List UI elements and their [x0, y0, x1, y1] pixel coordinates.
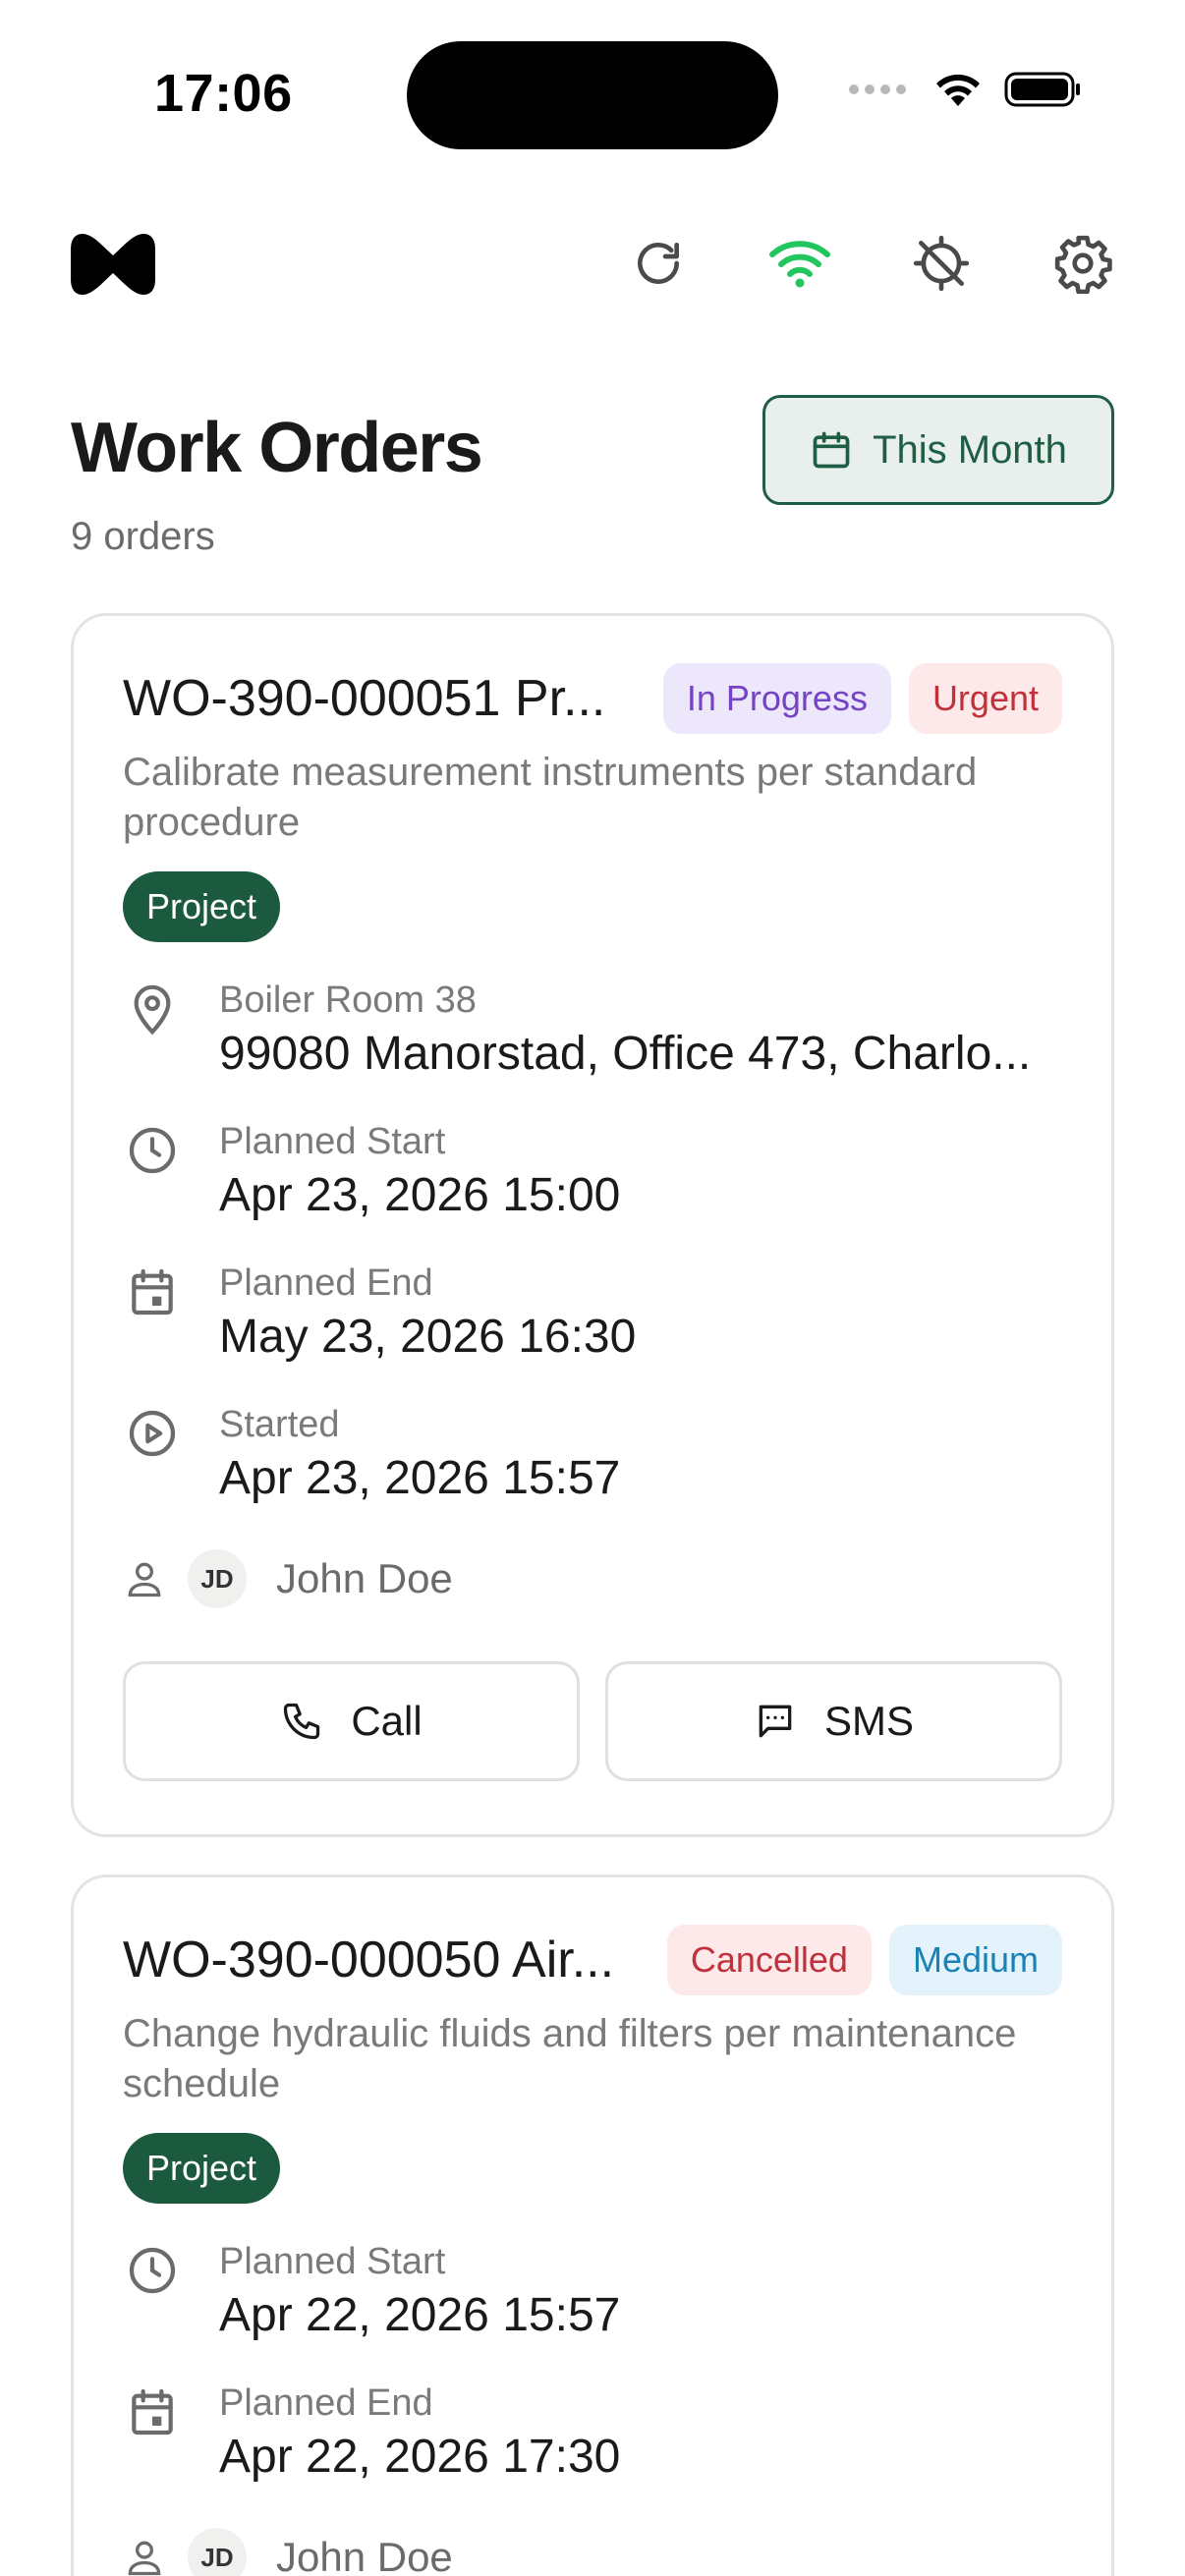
- location-name: Boiler Room 38: [219, 980, 477, 1021]
- planned-start-row: Planned Start Apr 22, 2026 15:57: [123, 2241, 1062, 2359]
- started-label: Started: [219, 1404, 340, 1445]
- badges: In Progress Urgent: [662, 663, 1062, 734]
- started-value: Apr 23, 2026 15:57: [219, 1452, 621, 1504]
- planned-end-value: May 23, 2026 16:30: [219, 1311, 637, 1363]
- message-icon: [759, 1705, 792, 1738]
- type-badge: Project: [123, 871, 281, 942]
- sms-button[interactable]: SMS: [605, 1661, 1062, 1781]
- location-address: 99080 Manorstad, Office 473, Charlo...: [219, 1028, 1032, 1080]
- contact-actions: Call SMS: [123, 1661, 1062, 1781]
- dynamic-island: [407, 41, 778, 149]
- person-icon: [128, 1562, 161, 1597]
- status-indicators: [849, 71, 1083, 108]
- battery-icon: [1004, 72, 1080, 107]
- priority-badge: Urgent: [908, 663, 1062, 734]
- planned-end-label: Planned End: [219, 1262, 433, 1304]
- location-row: Boiler Room 38 99080 Manorstad, Office 4…: [123, 980, 1062, 1097]
- assignee-name: John Doe: [276, 1555, 453, 1601]
- person-icon: [128, 2541, 161, 2576]
- clock-icon: [129, 1127, 176, 1174]
- work-order-card[interactable]: WO-390-000050 Air... Cancelled Medium Ch…: [71, 1875, 1114, 2576]
- avatar: JD: [188, 2528, 247, 2576]
- refresh-button[interactable]: [627, 232, 690, 295]
- settings-button[interactable]: [1051, 232, 1114, 295]
- wifi-icon: [769, 241, 830, 288]
- planned-start-label: Planned Start: [219, 2241, 446, 2282]
- play-circle-icon: [129, 1410, 176, 1457]
- refresh-icon: [638, 242, 679, 284]
- work-order-card[interactable]: WO-390-000051 Pr... In Progress Urgent C…: [71, 613, 1114, 1837]
- planned-end-row: Planned End Apr 22, 2026 17:30: [123, 2382, 1062, 2500]
- assignee-name: John Doe: [276, 2534, 453, 2576]
- calendar-icon: [813, 431, 850, 469]
- location-off-icon: [913, 235, 970, 292]
- status-badge: In Progress: [662, 663, 891, 734]
- page-title: Work Orders: [71, 409, 483, 487]
- assignee-row: JD John Doe: [123, 1547, 453, 1610]
- calendar-event-icon: [132, 1268, 173, 1316]
- status-bar: 17:06: [0, 0, 1185, 187]
- work-order-title: WO-390-000050 Air...: [123, 1932, 615, 1988]
- clock-icon: [129, 2247, 176, 2294]
- order-count: 9 orders: [71, 515, 215, 558]
- planned-end-label: Planned End: [219, 2382, 433, 2424]
- calendar-event-icon: [132, 2388, 173, 2436]
- started-row: Started Apr 23, 2026 15:57: [123, 1404, 1062, 1522]
- work-order-description: Calibrate measurement instruments per st…: [123, 751, 978, 844]
- status-time: 17:06: [154, 64, 293, 123]
- location-pin-icon: [134, 984, 171, 1036]
- gear-icon: [1054, 235, 1112, 294]
- type-badge: Project: [123, 2133, 281, 2204]
- phone-icon: [284, 1703, 320, 1740]
- header-actions: [627, 232, 1114, 295]
- title-row: Work Orders 9 orders This Month: [71, 393, 1114, 570]
- status-badge: Cancelled: [666, 1925, 872, 1995]
- app-header: [71, 222, 1114, 308]
- work-order-title: WO-390-000051 Pr...: [123, 670, 606, 727]
- card-header: WO-390-000051 Pr... In Progress Urgent: [123, 663, 1062, 738]
- planned-start-value: Apr 22, 2026 15:57: [219, 2289, 621, 2341]
- call-label: Call: [351, 1698, 423, 1744]
- work-order-description: Change hydraulic fluids and filters per …: [123, 2012, 1017, 2105]
- location-tracking-button[interactable]: [910, 232, 973, 295]
- period-filter-label: This Month: [873, 427, 1067, 472]
- planned-start-value: Apr 23, 2026 15:00: [219, 1169, 621, 1221]
- sms-label: SMS: [823, 1698, 914, 1744]
- call-button[interactable]: Call: [123, 1661, 580, 1781]
- card-header: WO-390-000050 Air... Cancelled Medium: [123, 1925, 1062, 1999]
- priority-badge: Medium: [888, 1925, 1062, 1995]
- mirror-logo-icon[interactable]: [71, 232, 155, 302]
- connectivity-button[interactable]: [768, 232, 831, 295]
- badges: Cancelled Medium: [666, 1925, 1062, 1995]
- planned-end-row: Planned End May 23, 2026 16:30: [123, 1262, 1062, 1380]
- cellular-signal-icon: [849, 84, 906, 94]
- wifi-status-icon: [936, 74, 980, 106]
- planned-end-value: Apr 22, 2026 17:30: [219, 2431, 621, 2483]
- assignee-row: JD John Doe: [123, 2526, 453, 2576]
- period-filter-button[interactable]: This Month: [762, 395, 1114, 505]
- planned-start-label: Planned Start: [219, 1121, 446, 1162]
- avatar: JD: [188, 1549, 247, 1608]
- planned-start-row: Planned Start Apr 23, 2026 15:00: [123, 1121, 1062, 1239]
